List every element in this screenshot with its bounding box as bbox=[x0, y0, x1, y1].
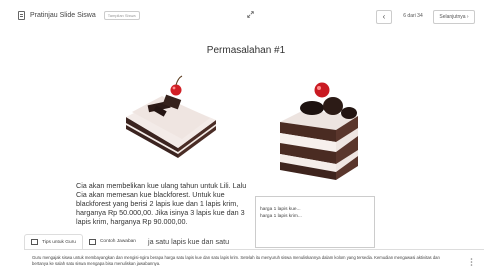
top-bar: Pratinjau Slide Siswa Tampilan Siswa ‹ 6… bbox=[0, 0, 492, 30]
previous-button[interactable]: ‹ bbox=[376, 10, 392, 24]
teacher-guide-text: Guru mengajak siswa untuk membayangkan d… bbox=[32, 255, 440, 266]
preview-title: Pratinjau Slide Siswa bbox=[30, 12, 96, 19]
tab-sample-answer-label: Contoh Jawaban bbox=[99, 239, 136, 244]
story-tail-text: ja satu lapis kue dan satu bbox=[141, 234, 236, 249]
chevron-left-icon: ‹ bbox=[382, 12, 386, 21]
cake-slice-image-small bbox=[126, 75, 216, 158]
slide-preview-app: Pratinjau Slide Siswa Tampilan Siswa ‹ 6… bbox=[0, 0, 492, 280]
problem-story-text: Cia akan membelikan kue ulang tahun untu… bbox=[76, 181, 248, 226]
teacher-guide-panel: Guru mengajak siswa untuk membayangkan d… bbox=[24, 249, 484, 275]
document-icon bbox=[18, 11, 25, 20]
expand-icon[interactable] bbox=[247, 11, 254, 18]
student-view-badge[interactable]: Tampilan Siswa bbox=[103, 11, 140, 20]
book-icon bbox=[31, 239, 38, 245]
page-indicator: 6 dari 34 bbox=[403, 13, 423, 19]
slide-title: Permasalahan #1 bbox=[206, 45, 286, 56]
cake-slice-image-large bbox=[280, 82, 358, 180]
tab-sample-answer[interactable]: Contoh Jawaban bbox=[82, 234, 142, 249]
story-tail: ja satu lapis kue dan satu bbox=[147, 237, 230, 246]
answer-line-cream: harga 1 lapis krim... bbox=[260, 214, 302, 219]
tab-teacher-tips[interactable]: Tips untuk Guru bbox=[24, 234, 83, 249]
more-options-icon[interactable] bbox=[469, 258, 474, 266]
answer-input-box[interactable]: harga 1 lapis kue... harga 1 lapis krim.… bbox=[255, 196, 375, 248]
next-button[interactable]: Selanjutnya › bbox=[433, 10, 475, 24]
tab-teacher-tips-label: Tips untuk Guru bbox=[42, 239, 76, 245]
document-icon bbox=[88, 238, 96, 245]
title-group: Pratinjau Slide Siswa Tampilan Siswa bbox=[18, 11, 140, 20]
problem-story-body: Cia akan membelikan kue ulang tahun untu… bbox=[76, 181, 247, 226]
answer-line-cake: harga 1 lapis kue... bbox=[260, 207, 301, 212]
teacher-tabs: Tips untuk Guru Contoh Jawaban ja satu l… bbox=[24, 233, 236, 249]
